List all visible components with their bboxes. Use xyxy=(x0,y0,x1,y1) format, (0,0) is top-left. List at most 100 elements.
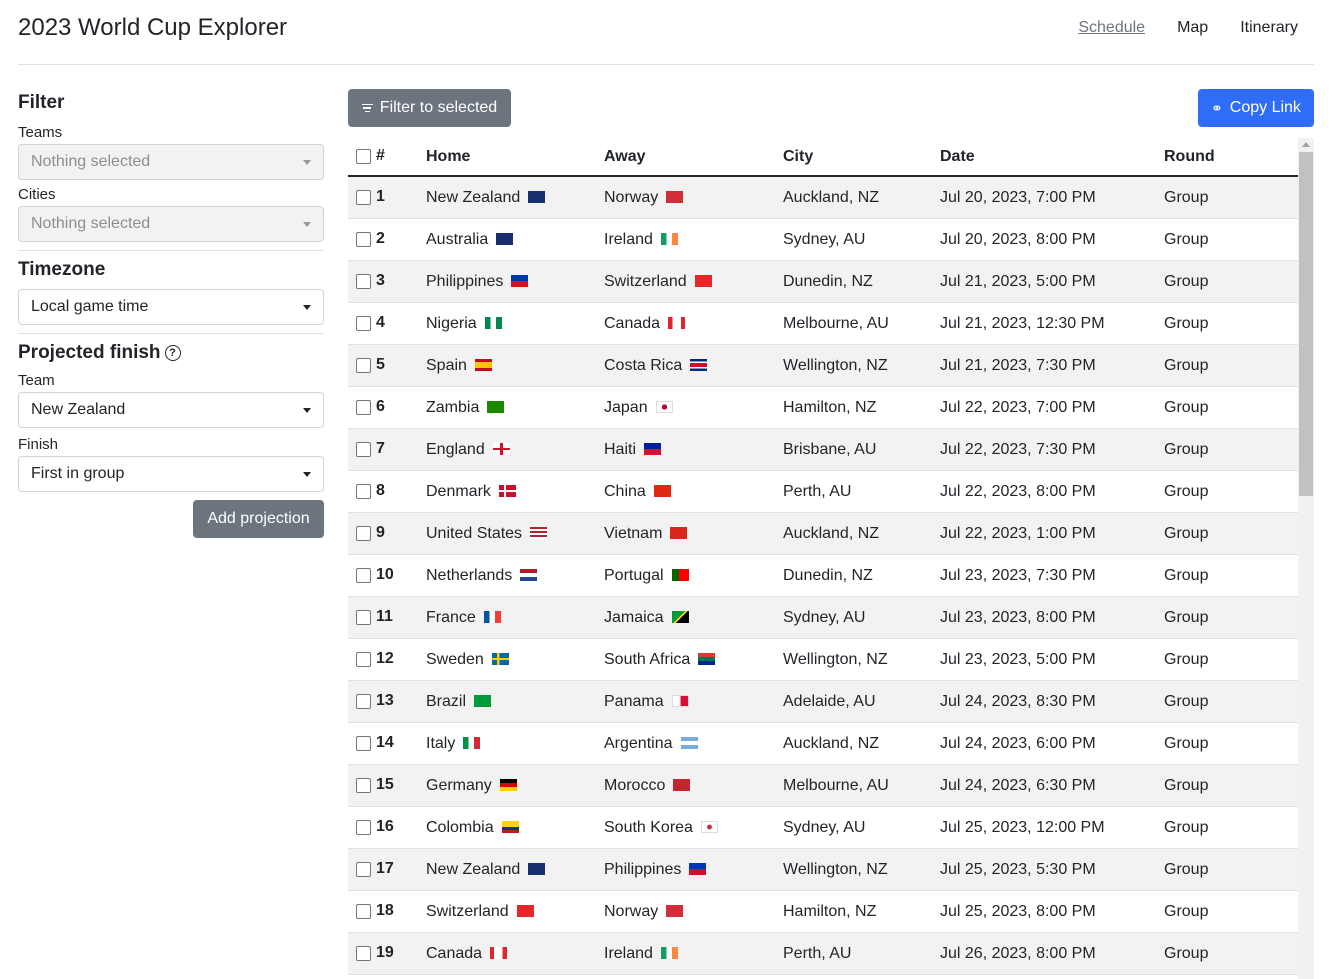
table-row[interactable]: 18 Switzerland Norway Hamilton, NZ Jul 25, 2… xyxy=(348,890,1298,933)
round-cell: Group xyxy=(1164,764,1298,807)
flag-icon xyxy=(528,191,546,204)
row-checkbox[interactable] xyxy=(356,777,371,793)
cities-select[interactable]: Nothing selected xyxy=(18,206,324,242)
top-nav: Schedule Map Itinerary xyxy=(1078,19,1298,37)
home-team: United States xyxy=(426,524,523,542)
home-team: Nigeria xyxy=(426,314,477,332)
scroll-up-icon[interactable] xyxy=(1302,142,1310,147)
filter-to-selected-button[interactable]: Filter to selected xyxy=(348,89,511,127)
round-cell: Group xyxy=(1164,218,1298,261)
table-row[interactable]: 1 New Zealand Norway Auckland, NZ Jul 20, 20… xyxy=(348,176,1298,219)
finish-select[interactable]: First in group xyxy=(18,456,324,492)
team-select[interactable]: New Zealand xyxy=(18,392,324,428)
match-number: 4 xyxy=(376,314,385,332)
col-city[interactable]: City xyxy=(783,138,940,177)
table-row[interactable]: 2 Australia Ireland Sydney, AU Jul 20, 2023,… xyxy=(348,218,1298,261)
away-team: Ireland xyxy=(604,944,653,962)
home-team: Australia xyxy=(426,230,489,248)
col-away[interactable]: Away xyxy=(604,138,783,177)
row-select-cell: 15 xyxy=(348,764,421,807)
table-row[interactable]: 20SpainZambiaAuckland, NZJul 26, 2023, 7… xyxy=(348,974,1298,979)
away-team-cell: Ireland xyxy=(604,932,783,975)
table-scrollbar[interactable] xyxy=(1298,138,1314,979)
table-row[interactable]: 15 Germany Morocco Melbourne, AU Jul 24, 202… xyxy=(348,764,1298,807)
home-team-cell: Philippines xyxy=(421,260,604,303)
row-checkbox[interactable] xyxy=(356,819,371,835)
round-cell: Group xyxy=(1164,428,1298,471)
away-team-cell: South Africa xyxy=(604,638,783,681)
schedule-table: # Home Away City Date Round 1 New Zealand… xyxy=(348,138,1298,979)
row-checkbox[interactable] xyxy=(356,357,371,373)
row-select-cell: 7 xyxy=(348,428,421,471)
away-team: Haiti xyxy=(604,440,637,458)
flag-icon xyxy=(501,821,519,834)
teams-select[interactable]: Nothing selected xyxy=(18,144,324,180)
home-team: Philippines xyxy=(426,272,504,290)
table-row[interactable]: 11 France Jamaica Sydney, AU Jul 23, 2023, 8… xyxy=(348,596,1298,639)
select-all-checkbox[interactable] xyxy=(356,148,371,164)
row-checkbox[interactable] xyxy=(356,903,371,919)
flag-icon xyxy=(698,653,716,666)
timezone-select[interactable]: Local game time xyxy=(18,289,324,325)
col-round[interactable]: Round xyxy=(1164,138,1298,177)
round-cell: Group xyxy=(1164,512,1298,555)
table-row[interactable]: 6 Zambia Japan Hamilton, NZ Jul 22, 2023, 7:… xyxy=(348,386,1298,429)
date-cell: Jul 21, 2023, 5:00 PM xyxy=(940,260,1164,303)
row-checkbox[interactable] xyxy=(356,609,371,625)
round-cell: Group xyxy=(1164,890,1298,933)
row-checkbox[interactable] xyxy=(356,441,371,457)
row-checkbox[interactable] xyxy=(356,693,371,709)
table-row[interactable]: 4 Nigeria Canada Melbourne, AU Jul 21, 2023,… xyxy=(348,302,1298,345)
teams-label: Teams xyxy=(18,124,63,141)
row-checkbox[interactable] xyxy=(356,525,371,541)
nav-map[interactable]: Map xyxy=(1177,19,1208,37)
row-checkbox[interactable] xyxy=(356,861,371,877)
table-row[interactable]: 5 Spain Costa Rica Wellington, NZ Jul 21, 20… xyxy=(348,344,1298,387)
match-number: 7 xyxy=(376,440,385,458)
nav-itinerary[interactable]: Itinerary xyxy=(1240,19,1298,37)
flag-icon xyxy=(463,737,481,750)
flag-icon xyxy=(668,317,686,330)
home-team: Zambia xyxy=(426,398,480,416)
date-cell: Jul 24, 2023, 6:00 PM xyxy=(940,722,1164,765)
row-checkbox[interactable] xyxy=(356,315,371,331)
help-icon[interactable]: ? xyxy=(164,344,181,361)
table-row[interactable]: 8 Denmark China Perth, AU Jul 22, 2023, 8:00… xyxy=(348,470,1298,513)
date-cell: Jul 21, 2023, 12:30 PM xyxy=(940,302,1164,345)
finish-select-value: First in group xyxy=(31,465,125,482)
table-row[interactable]: 7 England Haiti Brisbane, AU Jul 22, 2023, 7… xyxy=(348,428,1298,471)
table-row[interactable]: 14 Italy Argentina Auckland, NZ Jul 24, 2023… xyxy=(348,722,1298,765)
row-checkbox[interactable] xyxy=(356,231,371,247)
row-checkbox[interactable] xyxy=(356,651,371,667)
table-row[interactable]: 19 Canada Ireland Perth, AU Jul 26, 2023, 8:… xyxy=(348,932,1298,975)
row-checkbox[interactable] xyxy=(356,189,371,205)
away-team-cell: Haiti xyxy=(604,428,783,471)
row-checkbox[interactable] xyxy=(356,483,371,499)
flag-icon xyxy=(528,863,546,876)
table-row[interactable]: 9 United States Vietnam Auckland, NZ Jul 22,… xyxy=(348,512,1298,555)
copy-link-button[interactable]: ⚭ Copy Link xyxy=(1198,89,1314,127)
row-checkbox[interactable] xyxy=(356,735,371,751)
flag-icon xyxy=(680,737,698,750)
row-checkbox[interactable] xyxy=(356,399,371,415)
city-cell: Adelaide, AU xyxy=(783,680,940,723)
projected-finish-heading: Projected finish? xyxy=(18,342,324,364)
row-checkbox[interactable] xyxy=(356,945,371,961)
round-cell: Group xyxy=(1164,386,1298,429)
row-checkbox[interactable] xyxy=(356,273,371,289)
col-home[interactable]: Home xyxy=(421,138,604,177)
col-date[interactable]: Date xyxy=(940,138,1164,177)
table-row[interactable]: 16 Colombia South Korea Sydney, AU Jul 25, 2… xyxy=(348,806,1298,849)
home-team: Colombia xyxy=(426,818,494,836)
table-row[interactable]: 17 New Zealand Philippines Wellington, NZ Ju… xyxy=(348,848,1298,891)
table-row[interactable]: 3 Philippines Switzerland Dunedin, NZ Jul 21… xyxy=(348,260,1298,303)
table-row[interactable]: 10 Netherlands Portugal Dunedin, NZ Jul 23, … xyxy=(348,554,1298,597)
scroll-thumb[interactable] xyxy=(1299,152,1313,496)
table-row[interactable]: 13 Brazil Panama Adelaide, AU Jul 24, 2023, … xyxy=(348,680,1298,723)
city-cell: Perth, AU xyxy=(783,932,940,975)
home-team: New Zealand xyxy=(426,188,521,206)
row-checkbox[interactable] xyxy=(356,567,371,583)
add-projection-button[interactable]: Add projection xyxy=(193,500,324,538)
nav-schedule[interactable]: Schedule xyxy=(1078,19,1145,37)
table-row[interactable]: 12 Sweden South Africa Wellington, NZ Jul 23… xyxy=(348,638,1298,681)
